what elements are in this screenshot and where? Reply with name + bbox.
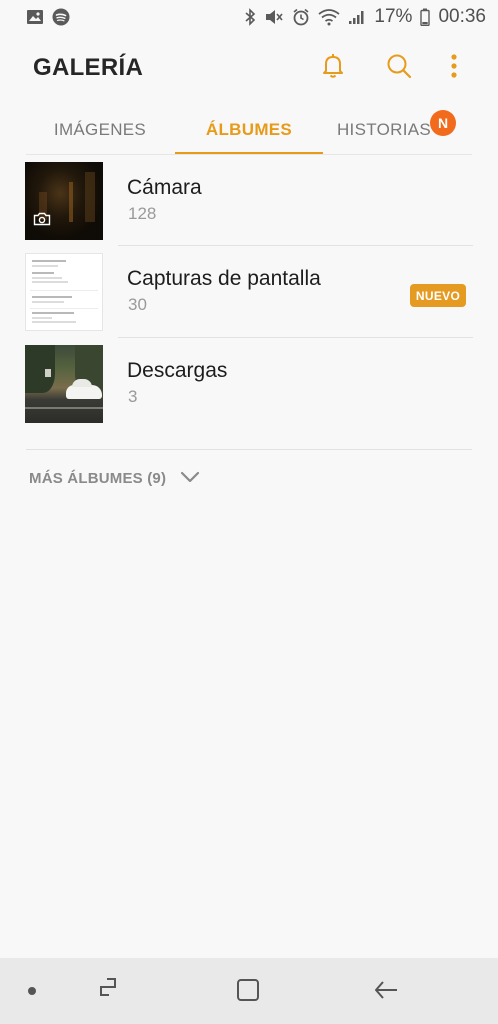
row-divider xyxy=(118,337,473,338)
system-navigation-bar xyxy=(0,958,498,1024)
new-badge: NUEVO xyxy=(410,284,466,307)
album-count: 30 xyxy=(128,295,147,314)
alarm-icon xyxy=(292,8,310,26)
active-tab-indicator xyxy=(175,152,323,154)
album-name: Cámara xyxy=(127,176,202,199)
album-thumbnail xyxy=(25,162,103,240)
spotify-icon xyxy=(52,8,70,26)
page-title: GALERÍA xyxy=(33,54,144,81)
album-thumbnail xyxy=(25,253,103,331)
signal-icon xyxy=(348,9,366,25)
image-icon xyxy=(26,9,44,25)
album-name: Capturas de pantalla xyxy=(127,267,321,290)
recent-apps-icon xyxy=(95,977,121,1008)
album-count: 128 xyxy=(128,204,157,223)
row-divider xyxy=(118,245,473,246)
album-count: 3 xyxy=(128,387,138,406)
album-name: Descargas xyxy=(127,359,228,382)
more-albums-button[interactable]: MÁS ÁLBUMES (9) xyxy=(29,466,200,490)
home-button[interactable] xyxy=(226,970,270,1014)
back-button[interactable] xyxy=(364,970,408,1014)
battery-icon xyxy=(420,8,431,26)
home-icon xyxy=(235,977,261,1008)
battery-percent: 17% xyxy=(374,6,413,27)
bell-icon xyxy=(320,52,346,85)
search-button[interactable] xyxy=(379,48,419,88)
wifi-icon xyxy=(318,8,340,26)
dot-icon xyxy=(27,983,37,1001)
camera-icon xyxy=(33,212,51,231)
more-options-button[interactable] xyxy=(434,48,474,88)
nav-dot-button[interactable] xyxy=(10,970,54,1014)
status-bar: 17% 00:36 xyxy=(0,0,498,34)
chevron-down-icon xyxy=(180,470,200,487)
tab-bar: IMÁGENES ÁLBUMES HISTORIAS xyxy=(0,104,498,156)
notifications-button[interactable] xyxy=(313,48,353,88)
recent-apps-button[interactable] xyxy=(86,970,130,1014)
app-header: GALERÍA xyxy=(0,44,498,92)
tabs-divider xyxy=(26,154,472,155)
stories-new-badge: N xyxy=(430,110,456,136)
search-icon xyxy=(385,52,413,85)
back-arrow-icon xyxy=(373,977,399,1008)
more-albums-label: MÁS ÁLBUMES (9) xyxy=(29,469,167,487)
mute-icon xyxy=(264,8,284,26)
tab-images[interactable]: IMÁGENES xyxy=(26,104,174,156)
album-item-downloads[interactable]: Descargas 3 xyxy=(0,345,498,437)
album-item-camera[interactable]: Cámara 128 xyxy=(0,162,498,254)
more-vert-icon xyxy=(450,53,458,84)
album-thumbnail xyxy=(25,345,103,423)
tab-stories[interactable]: HISTORIAS xyxy=(324,104,444,156)
section-divider xyxy=(26,449,472,450)
tab-albums[interactable]: ÁLBUMES xyxy=(175,104,323,156)
bluetooth-icon xyxy=(244,8,256,26)
status-time: 00:36 xyxy=(438,6,486,27)
